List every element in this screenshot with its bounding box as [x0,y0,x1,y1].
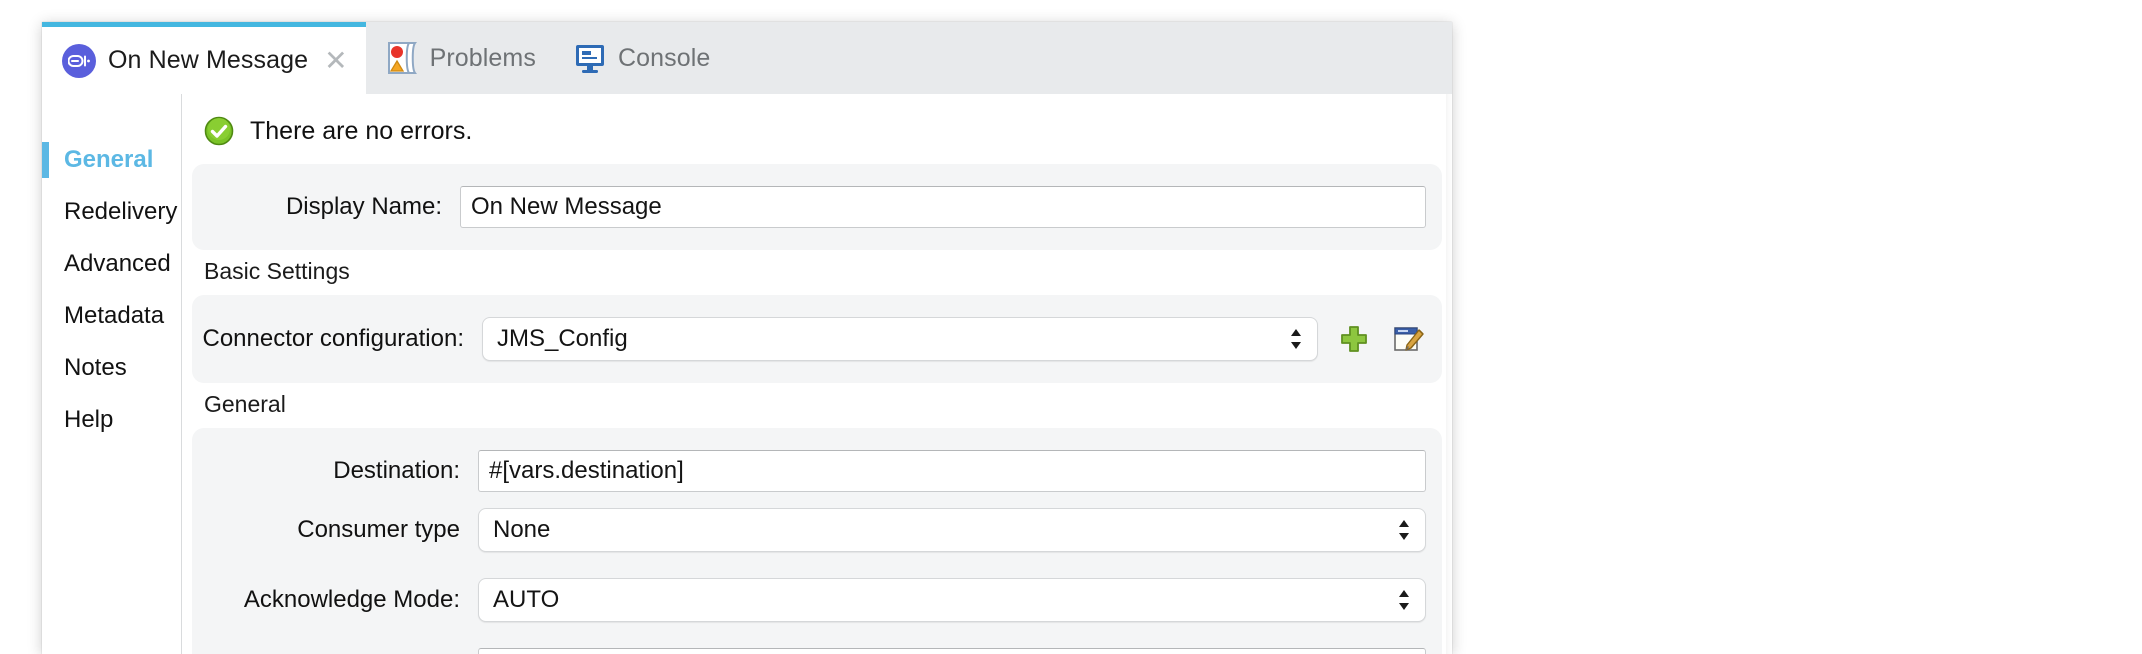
settings-sidebar: General Redelivery Advanced Metadata Not… [42,94,182,654]
success-check-icon [204,116,234,146]
tab-console[interactable]: Console [554,22,728,94]
sidebar-item-notes[interactable]: Notes [42,342,181,394]
destination-label: Destination: [333,457,460,484]
tab-label: On New Message [108,46,309,74]
connector-configuration-card: Connector configuration: JMS_Config [192,295,1442,383]
general-section-heading: General [204,391,286,417]
chevron-updown-icon [1397,517,1411,543]
sidebar-item-advanced[interactable]: Advanced [42,238,181,290]
chevron-updown-icon [1397,587,1411,613]
sidebar-item-label: Advanced [64,250,171,277]
destination-row: Destination: #[vars.destination] [192,442,1442,500]
connector-configuration-row: Connector configuration: JMS_Config [192,309,1442,369]
tab-label: Problems [429,43,536,72]
console-monitor-icon [574,42,606,74]
tab-label: Console [617,43,711,72]
display-name-label: Display Name: [285,193,442,220]
selector-row: Selector: [192,640,1442,654]
chevron-updown-icon [1289,326,1303,352]
tab-problems[interactable]: Problems [366,22,554,94]
field-spacer [192,630,1442,640]
editor-window: On New Message ✕ Problems Console Genera… [42,22,1452,654]
sidebar-item-label: Help [64,406,114,433]
validation-status: There are no errors. [182,94,1452,164]
tab-on-new-message[interactable]: On New Message ✕ [42,22,366,94]
acknowledge-mode-row: Acknowledge Mode: AUTO [192,570,1442,630]
sidebar-item-label: Redelivery [64,198,178,225]
display-name-card: Display Name: On New Message [192,164,1442,250]
consumer-type-label: Consumer type [297,516,460,543]
display-name-input[interactable]: On New Message [460,186,1426,228]
connector-configuration-label: Connector configuration: [202,325,465,352]
sidebar-item-general[interactable]: General [42,134,181,186]
green-plus-icon[interactable] [1336,321,1372,357]
sidebar-item-label: Notes [64,354,127,381]
editor-body: General Redelivery Advanced Metadata Not… [42,94,1452,654]
problems-icon [386,41,418,75]
destination-input[interactable]: #[vars.destination] [478,450,1426,492]
consumer-type-select[interactable]: None [478,508,1426,552]
screen-root: On New Message ✕ Problems Console Genera… [0,0,2142,654]
edit-pencil-icon[interactable] [1390,321,1426,357]
connector-configuration-select[interactable]: JMS_Config [482,317,1318,361]
close-icon[interactable]: ✕ [324,46,347,75]
acknowledge-mode-value: AUTO [493,586,560,613]
message-flow-icon [62,43,96,78]
content-right-edge [1446,94,1452,654]
acknowledge-mode-select[interactable]: AUTO [478,578,1426,622]
settings-content: There are no errors. Display Name: On Ne… [182,94,1452,654]
selector-input[interactable] [478,648,1426,654]
consumer-type-row: Consumer type None [192,500,1442,560]
sidebar-item-metadata[interactable]: Metadata [42,290,181,342]
sidebar-item-help[interactable]: Help [42,394,181,446]
consumer-type-value: None [493,516,551,543]
sidebar-item-redelivery[interactable]: Redelivery [42,186,181,238]
status-text: There are no errors. [250,116,473,145]
tab-bar: On New Message ✕ Problems Console [42,22,1452,95]
acknowledge-mode-label: Acknowledge Mode: [243,586,460,613]
sidebar-item-label: Metadata [64,302,165,329]
basic-settings-heading: Basic Settings [204,258,350,284]
general-fields-card: Destination: #[vars.destination] Consume… [192,428,1442,654]
connector-configuration-value: JMS_Config [497,325,628,352]
field-spacer [192,560,1442,570]
sidebar-item-label: General [64,146,154,173]
display-name-row: Display Name: On New Message [192,178,1442,236]
